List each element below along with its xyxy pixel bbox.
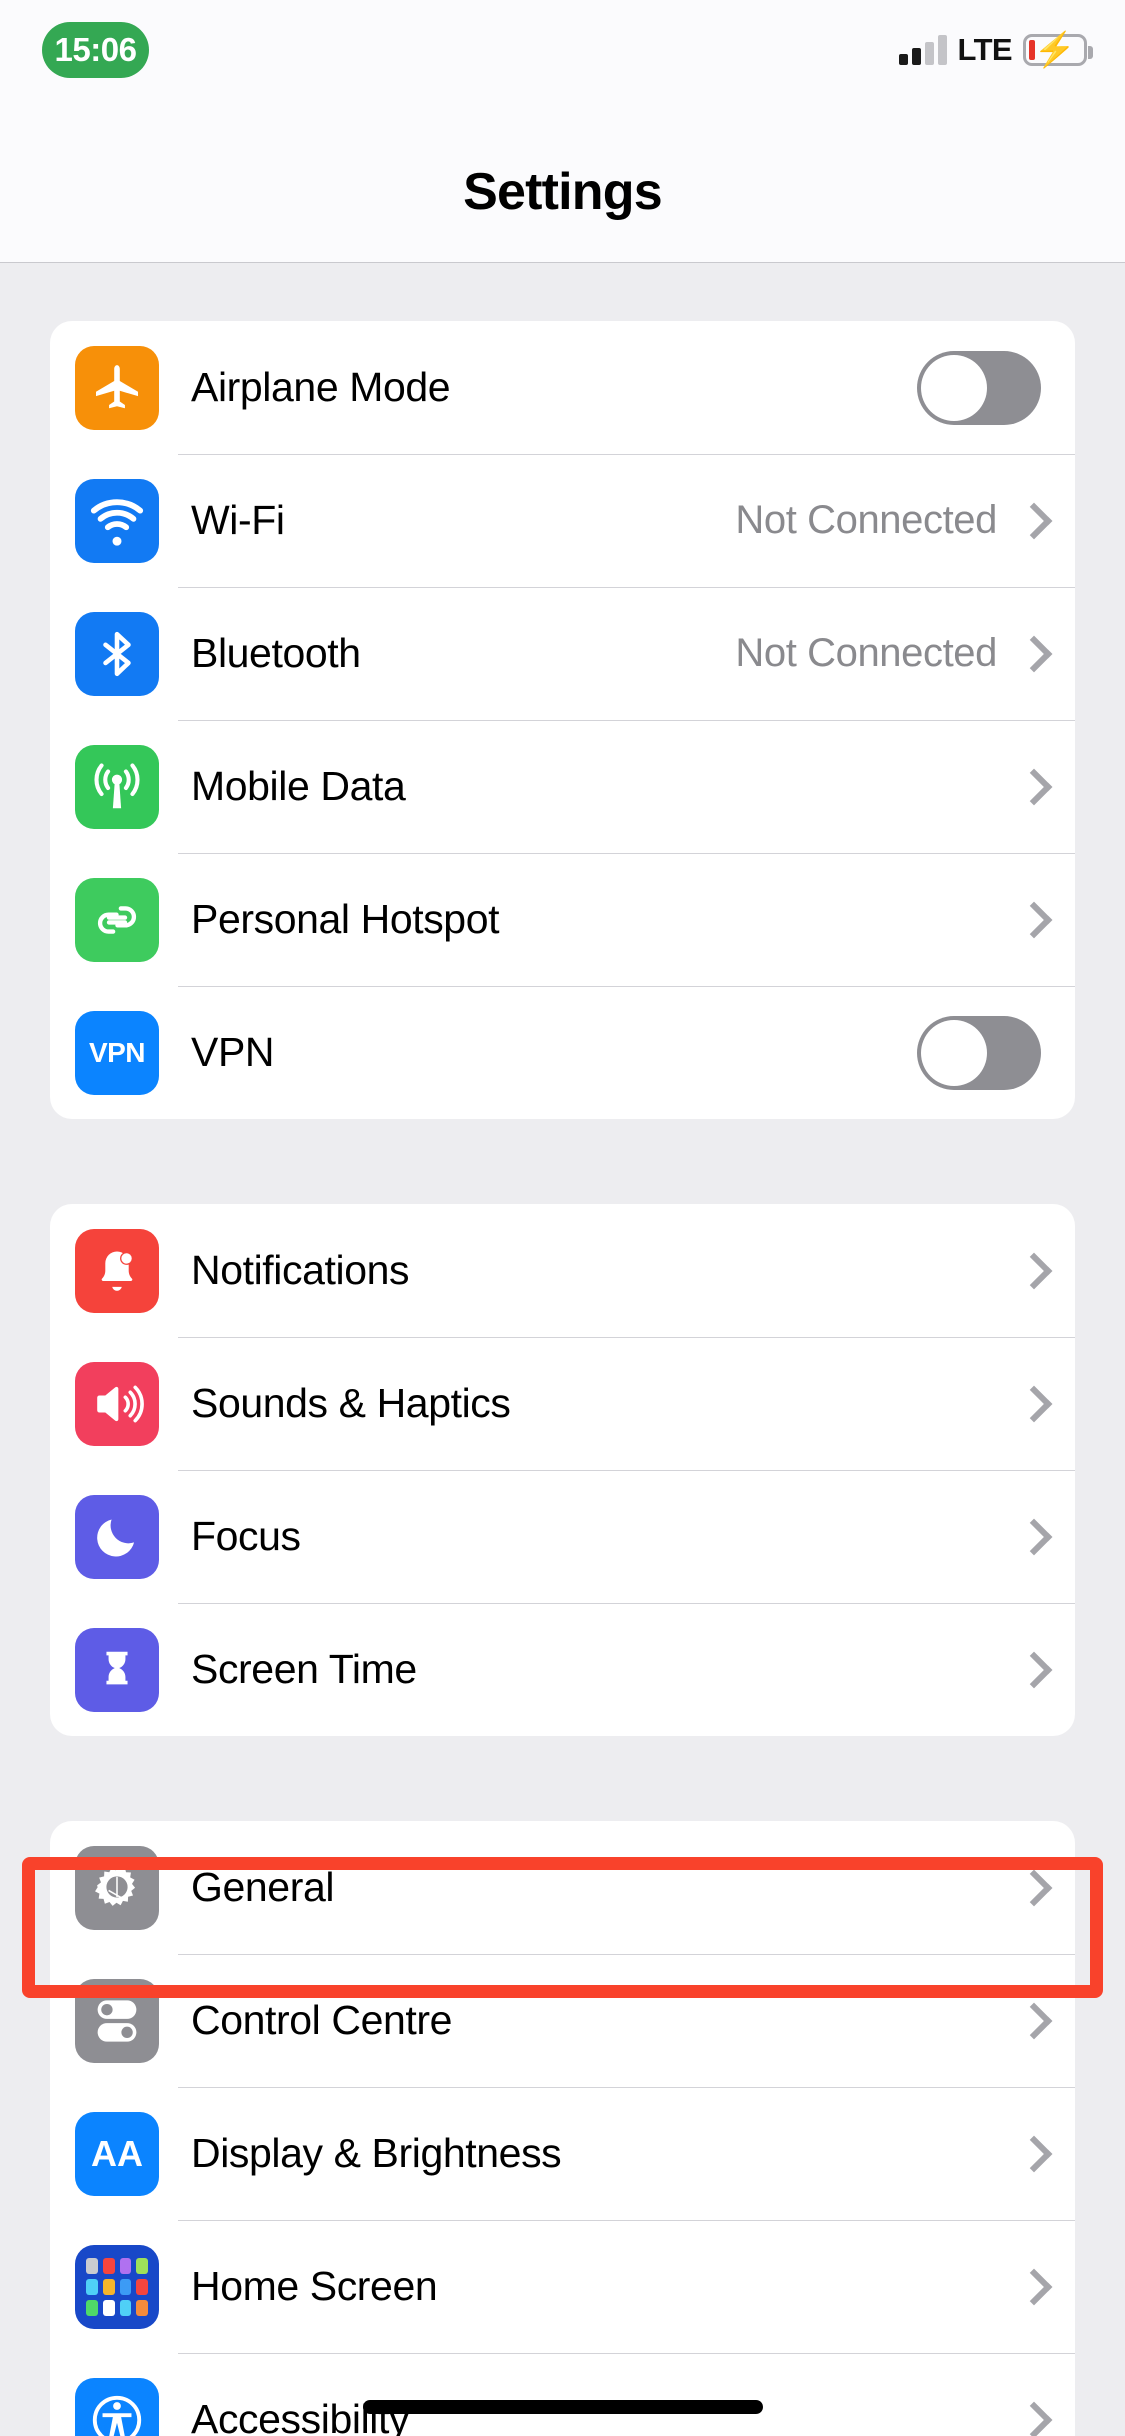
- chevron-right-icon: [1019, 901, 1041, 939]
- settings-row-general[interactable]: General: [50, 1821, 1075, 1954]
- settings-group-connectivity: Airplane Mode Wi-Fi Not Connected Blueto…: [50, 321, 1075, 1119]
- settings-row-label: Sounds & Haptics: [191, 1380, 511, 1426]
- settings-row-label: VPN: [191, 1029, 275, 1075]
- wifi-icon: [75, 478, 159, 563]
- screen-recording-time-pill: 15:06: [42, 22, 149, 78]
- moon-icon: [75, 1494, 159, 1579]
- status-bar-right: LTE ⚡: [898, 24, 1093, 76]
- chevron-right-icon: [1019, 2135, 1041, 2173]
- settings-row-label: Home Screen: [191, 2263, 438, 2309]
- hourglass-icon: [75, 1627, 159, 1712]
- settings-row-airplane-mode[interactable]: Airplane Mode: [50, 321, 1075, 454]
- bell-icon: [75, 1228, 159, 1313]
- settings-row-label: Focus: [191, 1513, 301, 1559]
- chevron-right-icon: [1019, 1869, 1041, 1907]
- page-title: Settings: [463, 163, 663, 221]
- bluetooth-icon: [75, 611, 159, 696]
- charging-bolt-icon: ⚡: [1033, 31, 1077, 69]
- speaker-icon: [75, 1361, 159, 1446]
- chevron-right-icon: [1019, 635, 1041, 673]
- vpn-icon-label: VPN: [88, 1036, 146, 1068]
- settings-row-label: Control Centre: [191, 1997, 453, 2043]
- settings-row-accessibility[interactable]: Accessibility: [50, 2353, 1075, 2436]
- cellular-signal-icon: [898, 35, 947, 65]
- settings-row-personal-hotspot[interactable]: Personal Hotspot: [50, 853, 1075, 986]
- settings-row-label: Display & Brightness: [191, 2130, 562, 2176]
- settings-row-label: Personal Hotspot: [191, 896, 500, 942]
- settings-list: Airplane Mode Wi-Fi Not Connected Blueto…: [0, 263, 1125, 2436]
- navigation-bar: 15:06 LTE ⚡ Settings: [0, 0, 1125, 263]
- hotspot-icon: [75, 877, 159, 962]
- text-size-icon: AA: [75, 2111, 159, 2196]
- vpn-toggle[interactable]: [917, 1015, 1041, 1090]
- gear-icon: [75, 1845, 159, 1930]
- settings-row-vpn[interactable]: VPN VPN: [50, 986, 1075, 1119]
- accessibility-icon: [75, 2377, 159, 2436]
- settings-row-notifications[interactable]: Notifications: [50, 1204, 1075, 1337]
- home-screen-icon: [75, 2244, 159, 2329]
- wifi-status-value: Not Connected: [735, 498, 997, 542]
- home-indicator: [362, 2400, 763, 2414]
- text-size-icon-label: AA: [91, 2132, 143, 2174]
- settings-row-home-screen[interactable]: Home Screen: [50, 2220, 1075, 2353]
- chevron-right-icon: [1019, 2002, 1041, 2040]
- chevron-right-icon: [1019, 502, 1041, 540]
- settings-row-display-brightness[interactable]: AA Display & Brightness: [50, 2087, 1075, 2220]
- settings-row-label: Mobile Data: [191, 763, 406, 809]
- settings-row-wifi[interactable]: Wi-Fi Not Connected: [50, 454, 1075, 587]
- status-bar: 15:06 LTE ⚡: [0, 0, 1125, 162]
- vpn-icon: VPN: [75, 1010, 159, 1095]
- settings-row-label: Airplane Mode: [191, 364, 451, 410]
- control-centre-icon: [75, 1978, 159, 2063]
- settings-row-label: Notifications: [191, 1247, 410, 1293]
- settings-row-label: Wi-Fi: [191, 497, 285, 543]
- settings-row-mobile-data[interactable]: Mobile Data: [50, 720, 1075, 853]
- status-bar-time: 15:06: [54, 31, 137, 68]
- network-type-label: LTE: [957, 32, 1013, 67]
- settings-row-label: Screen Time: [191, 1646, 417, 1692]
- chevron-right-icon: [1019, 2268, 1041, 2306]
- settings-row-control-centre[interactable]: Control Centre: [50, 1954, 1075, 2087]
- settings-screen: 15:06 LTE ⚡ Settings Airplane Mode Wi-Fi…: [0, 0, 1125, 2436]
- airplane-mode-toggle[interactable]: [917, 350, 1041, 425]
- battery-icon: ⚡: [1023, 31, 1093, 69]
- settings-row-focus[interactable]: Focus: [50, 1470, 1075, 1603]
- settings-row-sounds-haptics[interactable]: Sounds & Haptics: [50, 1337, 1075, 1470]
- antenna-icon: [75, 744, 159, 829]
- chevron-right-icon: [1019, 2401, 1041, 2436]
- settings-group-system: General Control Centre AA Display & Brig…: [50, 1821, 1075, 2436]
- settings-row-screen-time[interactable]: Screen Time: [50, 1603, 1075, 1736]
- bluetooth-status-value: Not Connected: [735, 631, 997, 675]
- chevron-right-icon: [1019, 1385, 1041, 1423]
- chevron-right-icon: [1019, 1518, 1041, 1556]
- settings-row-bluetooth[interactable]: Bluetooth Not Connected: [50, 587, 1075, 720]
- chevron-right-icon: [1019, 768, 1041, 806]
- settings-row-label: General: [191, 1864, 335, 1910]
- settings-row-label: Bluetooth: [191, 630, 361, 676]
- settings-group-alerts: Notifications Sounds & Haptics Focus Scr…: [50, 1204, 1075, 1736]
- airplane-icon: [75, 345, 159, 430]
- chevron-right-icon: [1019, 1651, 1041, 1689]
- chevron-right-icon: [1019, 1252, 1041, 1290]
